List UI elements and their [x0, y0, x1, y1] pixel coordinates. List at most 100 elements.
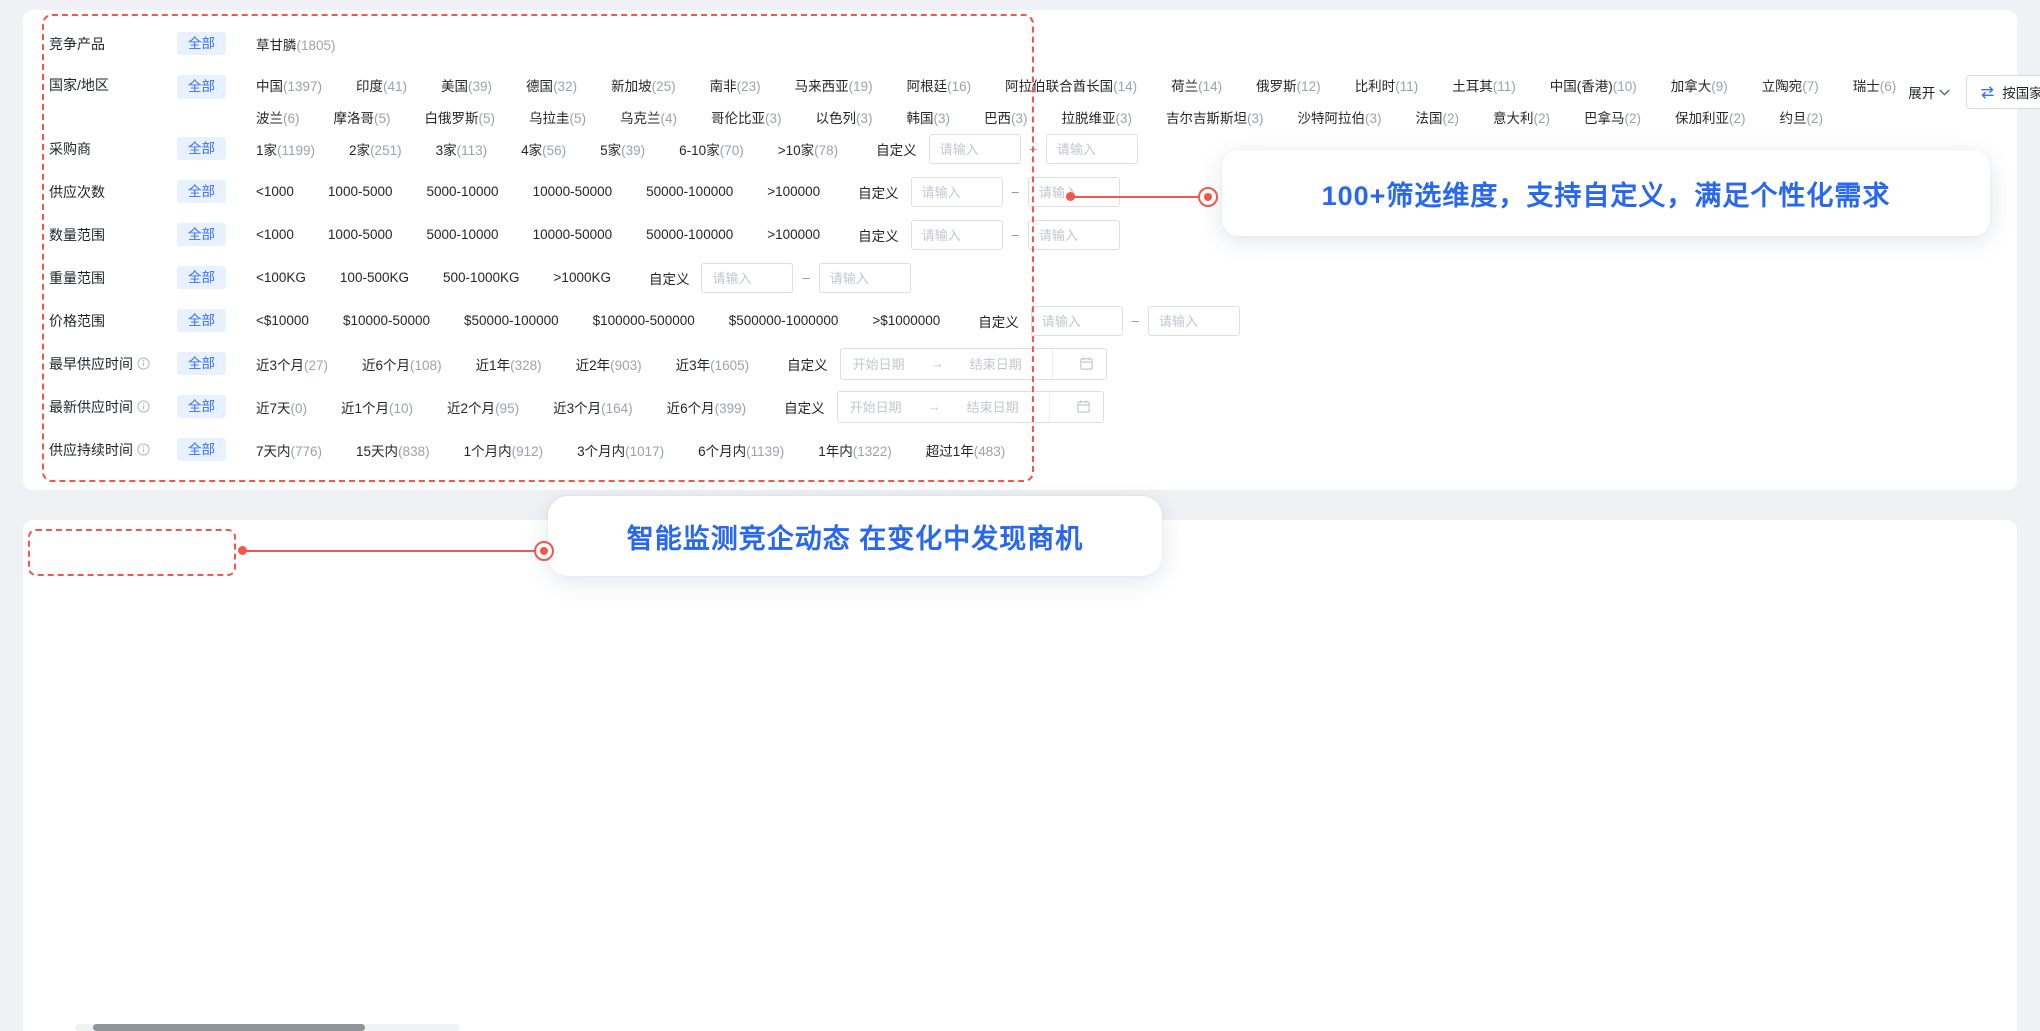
filter-option[interactable]: 意大利(2) — [1493, 107, 1550, 127]
filter-all-tag[interactable]: 全部 — [177, 32, 226, 56]
filter-all-tag[interactable]: 全部 — [177, 395, 226, 419]
date-range-input[interactable]: 开始日期→结束日期 — [837, 391, 1104, 423]
filter-all-tag[interactable]: 全部 — [177, 223, 226, 247]
filter-option[interactable]: 近6个月(399) — [667, 397, 747, 417]
filter-option[interactable]: 阿根廷(16) — [907, 75, 972, 95]
filter-option[interactable]: 5000-10000 — [426, 227, 498, 242]
filter-option[interactable]: 2家(251) — [349, 139, 402, 159]
by-country-button[interactable]: 按国家 — [1966, 75, 2040, 109]
range-max-input[interactable]: 请输入 — [1028, 177, 1120, 207]
filter-option[interactable]: 德国(32) — [526, 75, 577, 95]
horizontal-scrollbar[interactable] — [75, 1024, 460, 1031]
filter-all-tag[interactable]: 全部 — [177, 309, 226, 333]
filter-option[interactable]: 10000-50000 — [533, 227, 613, 242]
filter-option[interactable]: <1000 — [256, 227, 294, 242]
scrollbar-thumb[interactable] — [93, 1024, 365, 1031]
filter-option[interactable]: 3家(113) — [436, 139, 488, 159]
filter-option[interactable]: 中国(香港)(10) — [1550, 75, 1637, 95]
filter-option[interactable]: 6-10家(70) — [679, 139, 744, 159]
filter-option[interactable]: 1000-5000 — [328, 184, 393, 199]
filter-option[interactable]: 法国(2) — [1416, 107, 1460, 127]
filter-option[interactable]: 乌克兰(4) — [620, 107, 677, 127]
filter-option[interactable]: 保加利亚(2) — [1675, 107, 1746, 127]
filter-option[interactable]: 约旦(2) — [1780, 107, 1824, 127]
filter-all-tag[interactable]: 全部 — [177, 75, 226, 99]
range-max-input[interactable]: 请输入 — [819, 263, 911, 293]
filter-option[interactable]: 5000-10000 — [426, 184, 498, 199]
filter-option[interactable]: 印度(41) — [356, 75, 407, 95]
filter-option[interactable]: 7天内(776) — [256, 440, 322, 460]
filter-option[interactable]: 荷兰(14) — [1171, 75, 1222, 95]
filter-option[interactable]: $10000-50000 — [343, 313, 430, 328]
filter-option[interactable]: 近3个月(164) — [553, 397, 633, 417]
filter-option[interactable]: 立陶宛(7) — [1762, 75, 1819, 95]
filter-option[interactable]: $50000-100000 — [464, 313, 559, 328]
filter-option[interactable]: 50000-100000 — [646, 227, 733, 242]
calendar-icon[interactable] — [1076, 399, 1091, 414]
filter-option[interactable]: 土耳其(11) — [1452, 75, 1516, 95]
filter-option[interactable]: 乌拉圭(5) — [529, 107, 586, 127]
filter-option[interactable]: 白俄罗斯(5) — [425, 107, 496, 127]
filter-option[interactable]: 3个月内(1017) — [577, 440, 664, 460]
range-min-input[interactable]: 请输入 — [911, 177, 1003, 207]
filter-option[interactable]: 近1年(328) — [476, 354, 542, 374]
filter-option[interactable]: 马来西亚(19) — [795, 75, 873, 95]
filter-option[interactable]: 5家(39) — [600, 139, 645, 159]
filter-option[interactable]: <100KG — [256, 270, 306, 285]
filter-option[interactable]: >10家(78) — [778, 139, 838, 159]
filter-option[interactable]: 美国(39) — [441, 75, 492, 95]
filter-option[interactable]: 摩洛哥(5) — [334, 107, 391, 127]
filter-option[interactable]: >100000 — [767, 227, 820, 242]
filter-option[interactable]: 波兰(6) — [256, 107, 300, 127]
filter-option[interactable]: 100-500KG — [340, 270, 409, 285]
filter-option[interactable]: 拉脱维亚(3) — [1062, 107, 1133, 127]
filter-option[interactable]: 6个月内(1139) — [698, 440, 784, 460]
date-range-input[interactable]: 开始日期→结束日期 — [840, 348, 1107, 380]
filter-option[interactable]: 1年内(1322) — [818, 440, 892, 460]
filter-option[interactable]: 比利时(11) — [1355, 75, 1419, 95]
range-max-input[interactable]: 请输入 — [1046, 134, 1138, 164]
filter-option[interactable]: 中国(1397) — [256, 75, 322, 95]
filter-all-tag[interactable]: 全部 — [177, 352, 226, 376]
filter-option[interactable]: $500000-1000000 — [729, 313, 839, 328]
filter-option[interactable]: 阿拉伯联合酋长国(14) — [1005, 75, 1137, 95]
filter-option[interactable]: 近2个月(95) — [447, 397, 519, 417]
filter-option[interactable]: 近1个月(10) — [341, 397, 413, 417]
filter-option[interactable]: <$10000 — [256, 313, 309, 328]
filter-option[interactable]: 50000-100000 — [646, 184, 733, 199]
filter-option[interactable]: 1000-5000 — [328, 227, 393, 242]
filter-option[interactable]: 韩国(3) — [907, 107, 951, 127]
range-min-input[interactable]: 请输入 — [1031, 306, 1123, 336]
filter-option[interactable]: 近6个月(108) — [362, 354, 442, 374]
filter-option[interactable]: 巴西(3) — [984, 107, 1028, 127]
filter-option[interactable]: >$1000000 — [872, 313, 940, 328]
filter-all-tag[interactable]: 全部 — [177, 137, 226, 161]
filter-option[interactable]: 吉尔吉斯斯坦(3) — [1166, 107, 1264, 127]
filter-option[interactable]: 巴拿马(2) — [1584, 107, 1641, 127]
filter-all-tag[interactable]: 全部 — [177, 180, 226, 204]
filter-option[interactable]: 4家(56) — [521, 139, 566, 159]
filter-option[interactable]: 1个月内(912) — [464, 440, 544, 460]
filter-option[interactable]: 以色列(3) — [816, 107, 873, 127]
filter-option[interactable]: 1家(1199) — [256, 139, 315, 159]
filter-option[interactable]: 近7天(0) — [256, 397, 307, 417]
filter-all-tag[interactable]: 全部 — [177, 266, 226, 290]
filter-option[interactable]: 沙特阿拉伯(3) — [1298, 107, 1382, 127]
filter-option[interactable]: 草甘膦(1805) — [256, 34, 336, 54]
filter-all-tag[interactable]: 全部 — [177, 438, 226, 462]
filter-option[interactable]: 超过1年(483) — [926, 440, 1006, 460]
filter-option[interactable]: 新加坡(25) — [611, 75, 676, 95]
filter-option[interactable]: <1000 — [256, 184, 294, 199]
expand-link[interactable]: 展开 — [1908, 82, 1950, 102]
filter-option[interactable]: 俄罗斯(12) — [1256, 75, 1321, 95]
filter-option[interactable]: 15天内(838) — [356, 440, 430, 460]
filter-option[interactable]: 近3个月(27) — [256, 354, 328, 374]
range-min-input[interactable]: 请输入 — [701, 263, 793, 293]
range-min-input[interactable]: 请输入 — [929, 134, 1021, 164]
range-min-input[interactable]: 请输入 — [911, 220, 1003, 250]
filter-option[interactable]: $100000-500000 — [593, 313, 695, 328]
filter-option[interactable]: 南非(23) — [710, 75, 761, 95]
filter-option[interactable]: 近2年(903) — [576, 354, 642, 374]
filter-option[interactable]: >100000 — [767, 184, 820, 199]
filter-option[interactable]: >1000KG — [554, 270, 611, 285]
